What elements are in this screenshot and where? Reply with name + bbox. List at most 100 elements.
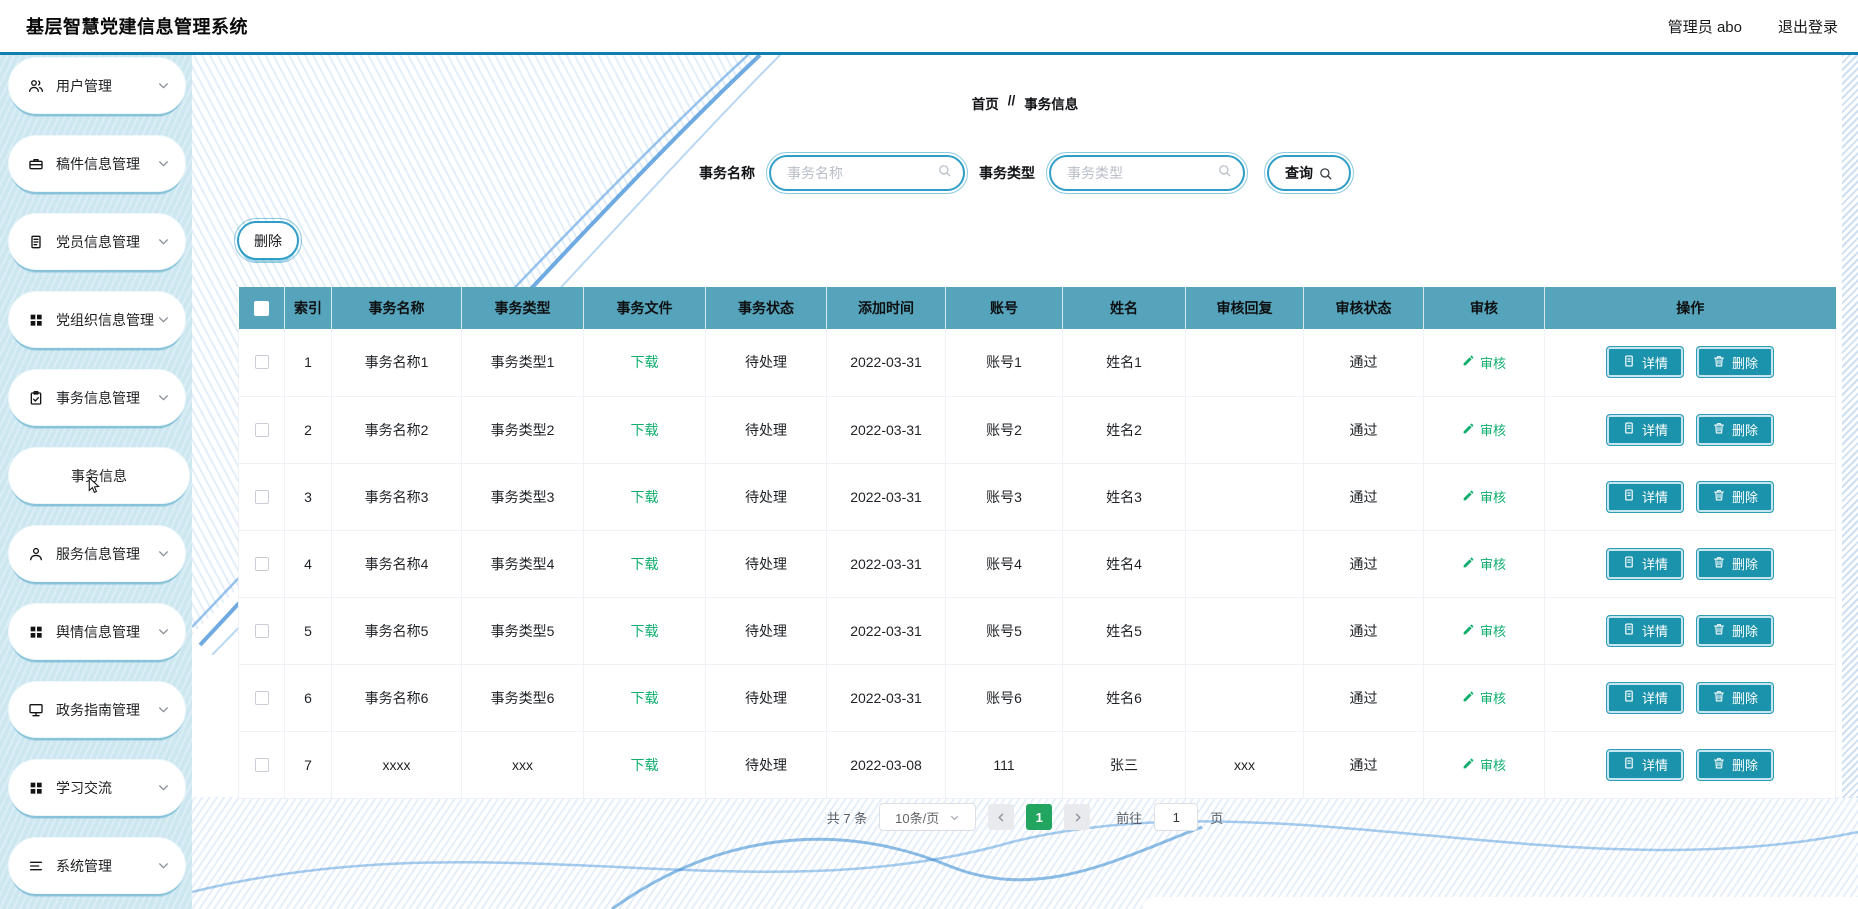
breadcrumb-home[interactable]: 首页 [972,93,999,113]
cell-name: xxxx [332,731,462,798]
pencil-icon [1462,556,1475,572]
cell-index: 2 [285,396,332,463]
pencil-icon [1462,757,1475,773]
download-link[interactable]: 下载 [631,690,659,706]
sidebar-item-opinion-info-management[interactable]: 舆情信息管理 [8,603,186,660]
column-header: 事务类型 [462,287,584,329]
current-page-button[interactable]: 1 [1026,804,1052,830]
audit-link[interactable]: 审核 [1462,755,1506,774]
cell-status: 待处理 [706,664,827,731]
row-checkbox[interactable] [255,490,269,504]
prev-page-button[interactable] [988,804,1014,830]
cell-status: 待处理 [706,329,827,396]
search-icon [1217,163,1232,183]
audit-link[interactable]: 审核 [1462,487,1506,506]
detail-button[interactable]: 详情 [1606,346,1684,378]
download-link[interactable]: 下载 [631,489,659,505]
cell-index: 5 [285,597,332,664]
row-delete-button[interactable]: 删除 [1696,481,1774,513]
query-button[interactable]: 查询 [1267,155,1351,191]
delete-button-label: 删除 [1732,755,1758,774]
column-header: 事务名称 [332,287,462,329]
detail-button[interactable]: 详情 [1606,414,1684,446]
cell-name: 事务名称5 [332,597,462,664]
detail-button[interactable]: 详情 [1606,481,1684,513]
detail-icon [1622,756,1636,773]
sidebar-item-service-info-management[interactable]: 服务信息管理 [8,525,186,582]
detail-button-label: 详情 [1642,755,1668,774]
goto-label: 前往 [1116,808,1142,827]
sidebar-item-gov-guide-management[interactable]: 政务指南管理 [8,681,186,738]
audit-link[interactable]: 审核 [1462,554,1506,573]
current-user[interactable]: 管理员 abo [1668,16,1742,37]
download-link[interactable]: 下载 [631,354,659,370]
sidebar-item-user-management[interactable]: 用户管理 [8,57,186,114]
audit-link[interactable]: 审核 [1462,621,1506,640]
pagination: 共 7 条 10条/页 1 前往 页 [192,803,1858,831]
detail-button[interactable]: 详情 [1606,615,1684,647]
grid-icon [27,311,45,329]
row-delete-button[interactable]: 删除 [1696,615,1774,647]
delete-button-label: 删除 [1732,621,1758,640]
sidebar-item-label: 舆情信息管理 [56,622,157,642]
detail-button[interactable]: 详情 [1606,682,1684,714]
name-search-input[interactable] [771,157,963,189]
download-link[interactable]: 下载 [631,422,659,438]
select-all-checkbox[interactable] [254,301,269,316]
cell-type: 事务类型4 [462,530,584,597]
next-page-button[interactable] [1064,804,1090,830]
cell-audit-status: 通过 [1304,463,1424,530]
detail-button-label: 详情 [1642,554,1668,573]
row-delete-button[interactable]: 删除 [1696,749,1774,781]
menu-icon [27,857,45,875]
main-content: 首页 // 事务信息 事务名称 事务类型 查询 [192,55,1858,909]
row-checkbox[interactable] [255,557,269,571]
goto-page-input[interactable] [1154,803,1198,831]
download-link[interactable]: 下载 [631,623,659,639]
sidebar-item-label: 事务信息管理 [56,388,157,408]
cell-account: 账号5 [946,597,1063,664]
table-row: 1事务名称1事务类型1下载待处理2022-03-31账号1姓名1通过审核详情删除 [239,329,1836,396]
column-header: 操作 [1545,287,1836,329]
sidebar-item-manuscript-info-management[interactable]: 稿件信息管理 [8,135,186,192]
detail-button[interactable]: 详情 [1606,749,1684,781]
audit-link[interactable]: 审核 [1462,420,1506,439]
cell-audit-status: 通过 [1304,597,1424,664]
audit-link[interactable]: 审核 [1462,353,1506,372]
grid-icon [27,623,45,641]
briefcase-icon [27,155,45,173]
download-link[interactable]: 下载 [631,556,659,572]
batch-delete-button[interactable]: 删除 [237,221,299,260]
page-size-select[interactable]: 10条/页 [879,803,976,831]
row-delete-button[interactable]: 删除 [1696,682,1774,714]
row-delete-button[interactable]: 删除 [1696,346,1774,378]
detail-icon [1622,488,1636,505]
row-delete-button[interactable]: 删除 [1696,414,1774,446]
sidebar-item-study-exchange[interactable]: 学习交流 [8,759,186,816]
sidebar-item-system-management[interactable]: 系统管理 [8,837,186,894]
type-search-input[interactable] [1051,157,1243,189]
sidebar-item-party-org-info-management[interactable]: 党组织信息管理 [8,291,186,348]
row-checkbox[interactable] [255,758,269,772]
sidebar-item-party-member-info-management[interactable]: 党员信息管理 [8,213,186,270]
cell-audit-reply: xxx [1186,731,1304,798]
column-header: 事务状态 [706,287,827,329]
row-checkbox[interactable] [255,624,269,638]
audit-link[interactable]: 审核 [1462,688,1506,707]
cell-realname: 姓名2 [1063,396,1186,463]
detail-button[interactable]: 详情 [1606,548,1684,580]
cell-audit-reply [1186,463,1304,530]
cell-audit-reply [1186,396,1304,463]
sidebar-item-transaction-info-management[interactable]: 事务信息管理 [8,369,186,426]
row-delete-button[interactable]: 删除 [1696,548,1774,580]
cell-audit-reply [1186,530,1304,597]
sidebar-subitem-transaction-info[interactable]: 事务信息 [8,447,190,504]
cell-account: 账号3 [946,463,1063,530]
chevron-down-icon [949,812,960,823]
row-checkbox[interactable] [255,423,269,437]
download-link[interactable]: 下载 [631,757,659,773]
row-checkbox[interactable] [255,691,269,705]
logout-link[interactable]: 退出登录 [1778,16,1838,37]
row-checkbox[interactable] [255,355,269,369]
cell-date: 2022-03-08 [827,731,946,798]
